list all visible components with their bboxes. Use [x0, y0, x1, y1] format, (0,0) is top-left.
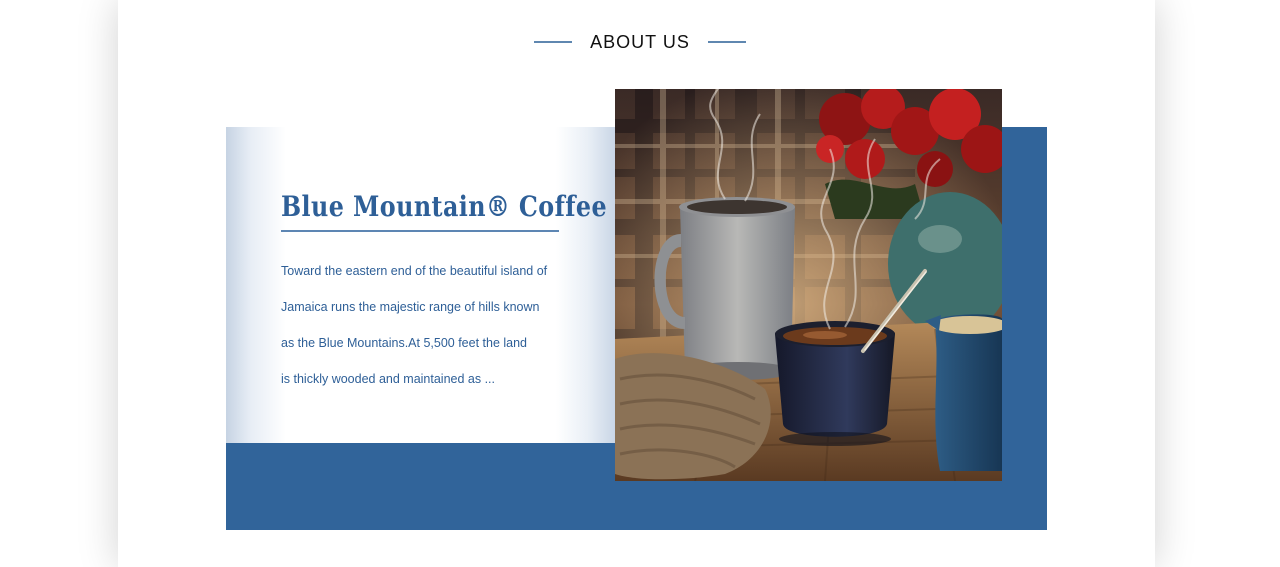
header-left-divider [534, 41, 573, 43]
section-title: ABOUT US [590, 31, 690, 52]
section-header: ABOUT US [0, 28, 1280, 56]
description-line: as the Blue Mountains.At 5,500 feet the … [281, 336, 528, 350]
card-description: Toward the eastern end of the beautiful … [281, 253, 581, 397]
description-line: Jamaica runs the majestic range of hills… [281, 300, 540, 314]
page: ABOUT US Blue Mountain® Coffee Toward th… [0, 0, 1280, 567]
description-line: Toward the eastern end of the beautiful … [281, 264, 548, 278]
about-card: Blue Mountain® Coffee Toward the eastern… [226, 127, 615, 443]
card-title-underline [281, 230, 559, 232]
description-line: is thickly wooded and maintained as ... [281, 372, 496, 386]
header-right-divider [707, 41, 746, 43]
card-title: Blue Mountain® Coffee [281, 190, 608, 223]
coffee-photo [615, 89, 1002, 481]
coffee-photo-illustration [615, 89, 1002, 481]
